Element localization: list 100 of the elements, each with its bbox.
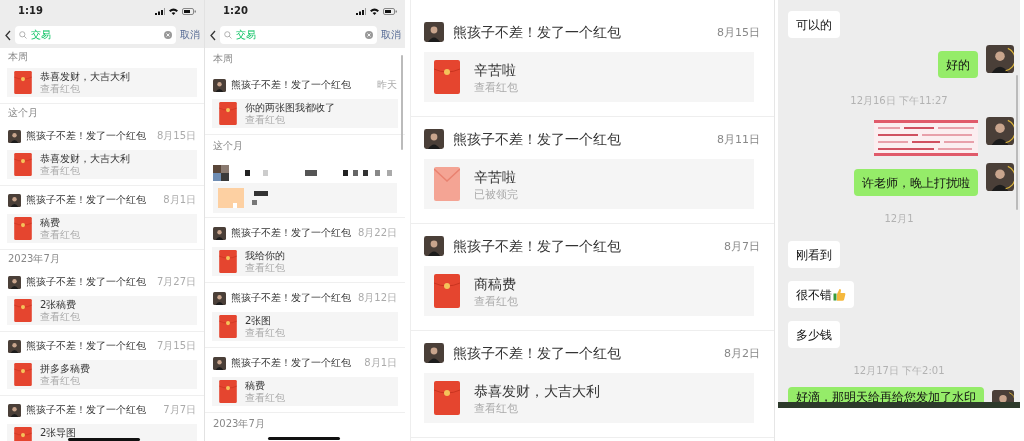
search-icon [224,31,232,39]
packet-status: 查看红包 [245,114,286,126]
thumbnail [218,188,244,208]
date-label: 7月7日 [163,405,196,415]
packet-title: 辛苦啦 [474,60,517,80]
status-time: 1:20 [223,6,248,16]
packet-title: 稿费 [245,380,266,392]
packet-title: 恭喜发财，大吉大利 [40,153,130,165]
signal-icon [155,7,165,15]
packet-status: 查看红包 [40,375,81,387]
message-text: 很不错 [796,288,832,301]
date-label: 8月2日 [724,347,760,359]
sender-name: 熊孩子不差！发了一个红包 [231,358,352,368]
message-text: 多少钱 [796,328,832,341]
sender-name: 熊孩子不差！发了一个红包 [453,25,622,39]
section-label: 2023年7月 [8,254,60,264]
sender-name: 熊孩子不差！发了一个红包 [231,80,352,90]
date-label: 7月27日 [156,277,196,287]
sender-name: 熊孩子不差！发了一个红包 [453,346,622,360]
packet-card[interactable]: 商稿费 查看红包 [424,266,754,316]
avatar[interactable] [213,356,226,370]
packet-card[interactable]: 辛苦啦 查看红包 [424,52,754,102]
packet-status: 查看红包 [40,165,81,177]
date-label: 8月11日 [717,133,760,145]
date-label: 8月12日 [357,293,397,303]
clear-icon[interactable] [365,31,373,39]
avatar[interactable] [986,117,1014,145]
avatar[interactable] [8,193,21,207]
packet-status: 查看红包 [40,311,80,323]
section-label: 这个月 [213,141,243,151]
signal-icon [356,7,366,15]
packet-status: 查看红包 [245,392,285,404]
packet-card[interactable]: 我给你的 查看红包 [212,247,398,276]
packet-status: 查看红包 [474,79,518,95]
sender-name: 熊孩子不差！发了一个红包 [231,293,352,303]
section-label: 本周 [8,52,28,62]
sender-name: 熊孩子不差！发了一个红包 [453,132,622,146]
back-icon[interactable] [5,29,11,41]
date-label: 8月7日 [724,240,760,252]
status-time: 1:19 [18,6,43,16]
sender-name: 熊孩子不差！发了一个红包 [26,195,147,205]
message-text: 好的 [946,58,970,71]
avatar[interactable] [986,45,1014,73]
date-label: 7月15日 [156,341,196,351]
sender-name: 熊孩子不差！发了一个红包 [453,239,622,253]
packet-title: 你的两张图我都收了 [245,102,335,114]
section-label: 2023年7月 [213,419,265,429]
packet-card[interactable]: 稿费 查看红包 [212,377,398,406]
avatar[interactable] [213,78,226,92]
sender-name: 熊孩子不差！发了一个红包 [26,131,147,141]
packet-card[interactable]: 2张图 查看红包 [212,312,398,341]
packet-title: 稿费 [40,217,61,229]
avatar[interactable] [424,129,444,149]
packet-status: 查看红包 [245,262,285,274]
packet-title: 商稿费 [474,274,517,294]
date-label: 8月15日 [717,26,760,38]
cancel-link[interactable]: 取消 [381,30,401,40]
packet-card[interactable]: 辛苦啦 已被领完 [424,159,754,209]
date-label: 8月15日 [156,131,196,141]
packet-card[interactable]: 恭喜发财，大吉大利 查看红包 [424,373,754,423]
packet-card[interactable]: 稿费 查看红包 [7,214,197,243]
avatar[interactable] [986,163,1014,191]
packet-title: 恭喜发财，大吉大利 [474,381,600,401]
avatar[interactable] [8,129,21,143]
packet-status: 查看红包 [474,293,518,309]
avatar[interactable] [213,226,226,240]
avatar[interactable] [8,403,21,417]
message-text: 刚看到 [796,248,832,261]
packet-card[interactable]: 2张导图 [7,424,197,441]
avatar[interactable] [424,236,444,256]
home-indicator [68,438,140,441]
sender-name: 熊孩子不差！发了一个红包 [26,277,147,287]
packet-card[interactable]: 拼多多稿费 查看红包 [7,360,197,389]
avatar[interactable] [424,22,444,42]
avatar[interactable] [8,339,21,353]
packet-title: 拼多多稿费 [40,363,90,375]
message-text: 好滴，那明天给再给您发加了水印 [796,391,976,402]
avatar[interactable] [424,343,444,363]
packet-card[interactable]: 2张稿费 查看红包 [7,296,197,325]
redacted-text [252,191,268,205]
packet-title: 辛苦啦 [474,167,517,187]
section-label: 本周 [213,54,233,64]
home-indicator [268,437,340,440]
packet-status: 查看红包 [40,83,81,95]
packet-card[interactable]: 你的两张图我都收了 查看红包 [212,99,398,128]
message-text: 可以的 [796,18,832,31]
packet-card[interactable]: 恭喜发财，大吉大利 查看红包 [7,68,197,97]
date-label: 8月1日 [364,358,397,368]
avatar[interactable] [213,291,226,305]
date-label: 昨天 [377,80,397,90]
sender-name: 熊孩子不差！发了一个红包 [231,228,352,238]
back-icon[interactable] [210,29,216,41]
packet-title: 2张导图 [40,427,77,439]
clear-icon[interactable] [164,31,172,39]
cancel-link[interactable]: 取消 [180,30,200,40]
packet-card[interactable]: 恭喜发财，大吉大利 查看红包 [7,150,197,179]
avatar[interactable] [8,275,21,289]
search-query: 交易 [31,30,52,40]
packet-status: 查看红包 [245,327,285,339]
sender-name: 熊孩子不差！发了一个红包 [26,405,147,415]
